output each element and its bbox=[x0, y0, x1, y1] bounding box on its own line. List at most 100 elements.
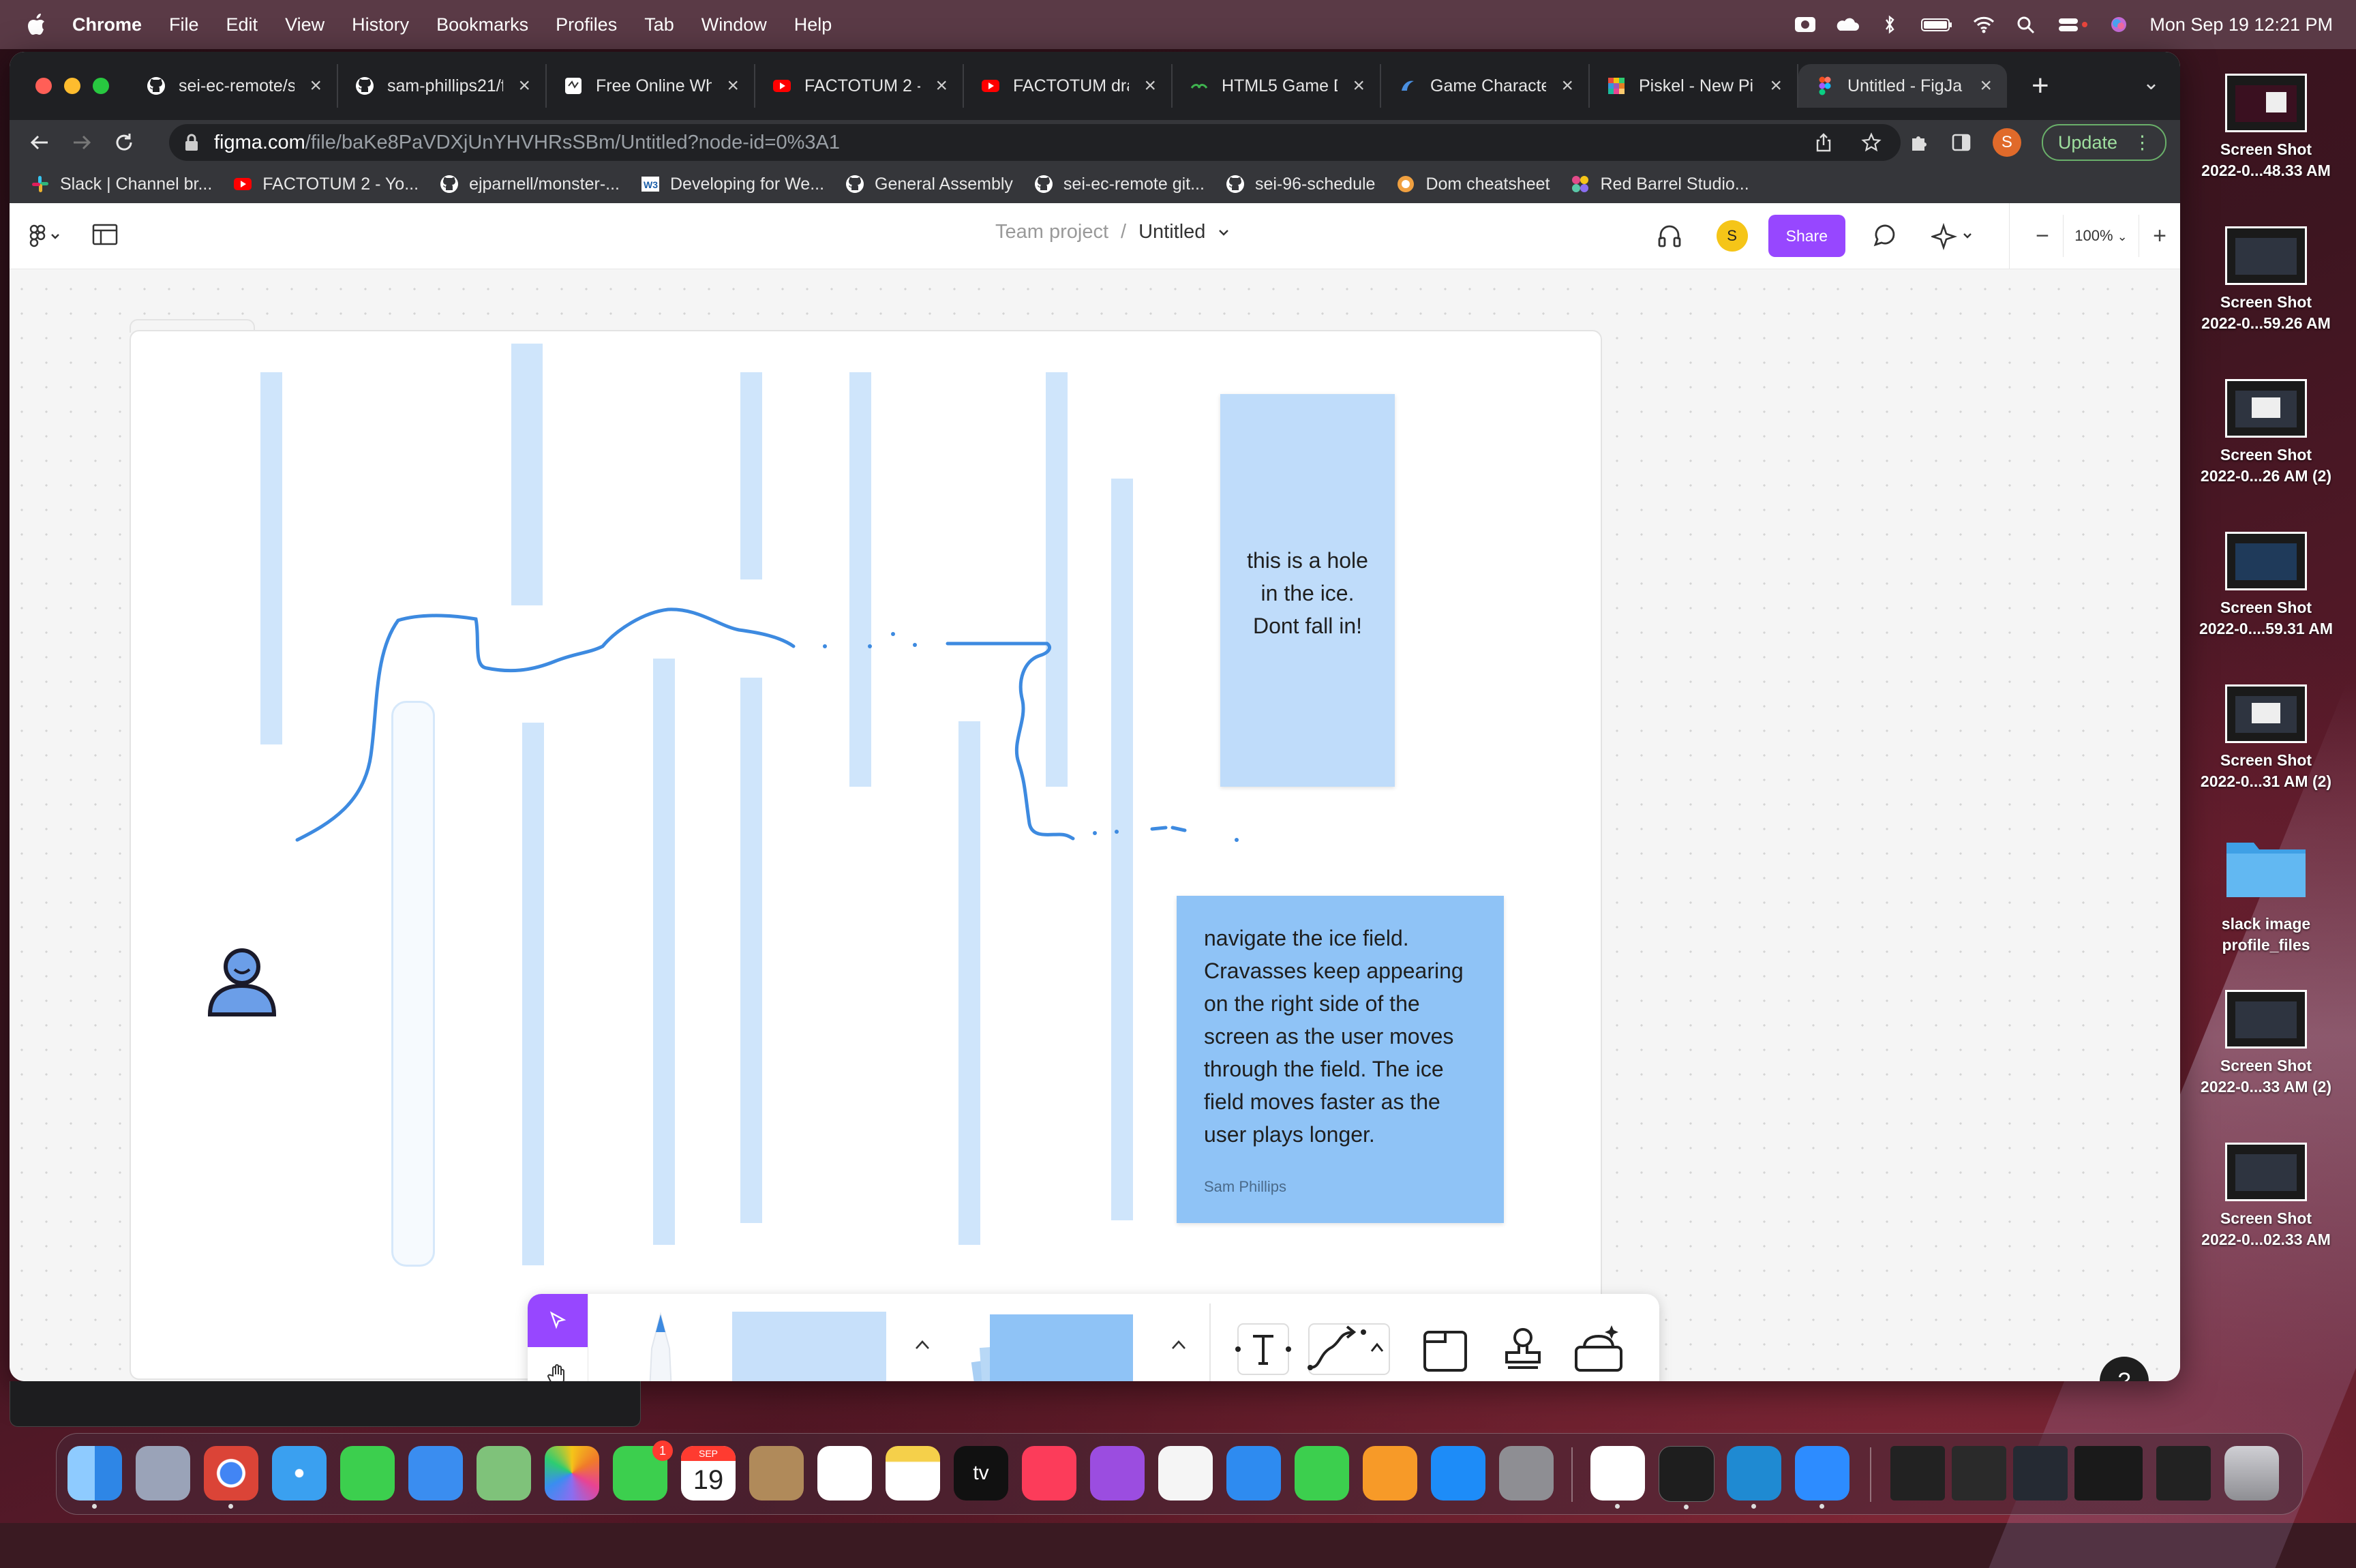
player-path-drawing[interactable] bbox=[10, 203, 2180, 1381]
side-panel-icon[interactable] bbox=[1950, 132, 1972, 153]
photos-icon[interactable] bbox=[545, 1446, 599, 1501]
bookmark-developing-for-web[interactable]: W3 Developing for We... bbox=[640, 174, 824, 194]
profile-avatar[interactable]: S bbox=[1992, 128, 2021, 157]
desktop-file-screenshot[interactable]: Screen Shot 2022-0...59.26 AM bbox=[2198, 226, 2334, 334]
desktop-file-screenshot[interactable]: Screen Shot 2022-0...48.33 AM bbox=[2198, 74, 2334, 181]
maps-icon[interactable] bbox=[477, 1446, 531, 1501]
bookmark-ejparnell[interactable]: ejparnell/monster-... bbox=[439, 174, 620, 194]
tab-close-icon[interactable]: × bbox=[1980, 74, 1992, 97]
lock-icon[interactable] bbox=[184, 134, 199, 151]
keynote-icon[interactable] bbox=[1226, 1446, 1281, 1501]
calendar-icon[interactable]: SEP 19 bbox=[681, 1446, 736, 1501]
connector-tool-icon[interactable] bbox=[1305, 1320, 1393, 1378]
section-tool-icon[interactable] bbox=[1418, 1320, 1472, 1378]
desktop-file-screenshot[interactable]: Screen Shot 2022-0...02.33 AM bbox=[2198, 1143, 2334, 1250]
tab-close-icon[interactable]: × bbox=[1353, 74, 1365, 97]
desktop-file-screenshot[interactable]: Screen Shot 2022-0....59.31 AM bbox=[2198, 532, 2334, 639]
minimized-window-thumbnail[interactable] bbox=[2074, 1446, 2143, 1501]
tab-free-online-whiteboard[interactable]: Free Online Wh × bbox=[547, 64, 755, 108]
podcasts-icon[interactable] bbox=[1090, 1446, 1145, 1501]
chrome-icon[interactable] bbox=[204, 1446, 258, 1509]
numbers-icon[interactable] bbox=[1295, 1446, 1349, 1501]
launchpad-icon[interactable] bbox=[136, 1446, 190, 1501]
tab-close-icon[interactable]: × bbox=[518, 74, 530, 97]
apple-menu-icon[interactable] bbox=[26, 13, 46, 36]
sticky-note-hole[interactable]: this is a hole in the ice. Dont fall in! bbox=[1220, 394, 1395, 787]
tab-close-icon[interactable]: × bbox=[1561, 74, 1573, 97]
text-tool-icon[interactable] bbox=[1234, 1320, 1293, 1378]
extensions-puzzle-icon[interactable] bbox=[1908, 132, 1930, 153]
shape-tool-button[interactable] bbox=[732, 1312, 886, 1381]
screen-record-icon[interactable] bbox=[1794, 14, 1817, 35]
bluetooth-icon[interactable] bbox=[1878, 14, 1901, 35]
sticky-note-tool-button[interactable] bbox=[971, 1314, 1133, 1381]
music-icon[interactable] bbox=[1022, 1446, 1076, 1501]
bookmark-factotum-youtube[interactable]: FACTOTUM 2 - Yo... bbox=[232, 174, 419, 194]
menu-view[interactable]: View bbox=[285, 14, 324, 35]
messages-icon[interactable] bbox=[340, 1446, 395, 1501]
menu-window[interactable]: Window bbox=[701, 14, 767, 35]
menu-edit[interactable]: Edit bbox=[226, 14, 258, 35]
zoom-window-button[interactable] bbox=[93, 78, 109, 94]
bookmark-general-assembly[interactable]: General Assembly bbox=[845, 174, 1013, 194]
marker-tool-button[interactable] bbox=[630, 1308, 691, 1381]
contacts-icon[interactable] bbox=[749, 1446, 804, 1501]
hand-tool-button[interactable] bbox=[528, 1348, 588, 1381]
slack-app-icon[interactable] bbox=[1590, 1446, 1645, 1509]
bookmark-sei-96-schedule[interactable]: sei-96-schedule bbox=[1225, 174, 1375, 194]
reminders-icon[interactable] bbox=[817, 1446, 872, 1501]
notes-icon[interactable] bbox=[886, 1446, 940, 1501]
user-avatar-icon[interactable] bbox=[205, 946, 280, 1017]
address-bar[interactable]: figma.com/file/baKe8PaVDXjUnYHVHRsSBm/Un… bbox=[169, 124, 1901, 161]
pages-icon[interactable] bbox=[1363, 1446, 1417, 1501]
app-store-icon[interactable] bbox=[1431, 1446, 1485, 1501]
menu-file[interactable]: File bbox=[169, 14, 199, 35]
trash-icon[interactable] bbox=[2224, 1446, 2279, 1501]
bookmark-red-barrel[interactable]: Red Barrel Studio... bbox=[1570, 174, 1749, 194]
bookmark-dom-cheatsheet[interactable]: Dom cheatsheet bbox=[1395, 174, 1550, 194]
bookmark-star-icon[interactable] bbox=[1861, 132, 1882, 153]
menu-history[interactable]: History bbox=[352, 14, 409, 35]
stamp-tool-icon[interactable] bbox=[1496, 1320, 1550, 1378]
wifi-icon[interactable] bbox=[1972, 14, 1995, 35]
siri-icon[interactable] bbox=[2107, 14, 2130, 35]
minimize-window-button[interactable] bbox=[64, 78, 80, 94]
minimized-window-thumbnail[interactable] bbox=[1890, 1446, 1945, 1501]
forward-arrow-icon[interactable] bbox=[70, 130, 94, 155]
chevron-up-icon[interactable] bbox=[1168, 1336, 1189, 1353]
chevron-up-icon[interactable] bbox=[912, 1336, 933, 1353]
figjam-canvas[interactable]: Team project / Untitled S Share − 100% ⌄… bbox=[10, 203, 2180, 1381]
tab-figjam-untitled[interactable]: Untitled - FigJa × bbox=[1798, 64, 2007, 108]
minimized-window-thumbnail[interactable] bbox=[2156, 1446, 2211, 1501]
move-tool-button[interactable] bbox=[528, 1294, 588, 1347]
menu-profiles[interactable]: Profiles bbox=[556, 14, 617, 35]
control-center-icon[interactable] bbox=[2057, 14, 2088, 35]
close-window-button[interactable] bbox=[35, 78, 52, 94]
news-icon[interactable] bbox=[1158, 1446, 1213, 1501]
back-arrow-icon[interactable] bbox=[27, 130, 52, 155]
spotlight-search-icon[interactable] bbox=[2014, 14, 2038, 35]
tab-factotum-draw[interactable]: FACTOTUM dra × bbox=[964, 64, 1173, 108]
desktop-file-screenshot[interactable]: Screen Shot 2022-0...31 AM (2) bbox=[2198, 684, 2334, 792]
cloud-app-icon[interactable] bbox=[1836, 14, 1860, 35]
minimized-window-thumbnail[interactable] bbox=[1952, 1446, 2006, 1501]
bookmark-slack[interactable]: Slack | Channel br... bbox=[30, 174, 212, 194]
finder-icon[interactable] bbox=[67, 1446, 122, 1509]
tab-game-character[interactable]: Game Characte × bbox=[1381, 64, 1590, 108]
menu-tab[interactable]: Tab bbox=[644, 14, 674, 35]
widgets-more-tool-icon[interactable] bbox=[1568, 1320, 1629, 1378]
safari-icon[interactable] bbox=[272, 1446, 327, 1501]
share-page-icon[interactable] bbox=[1813, 132, 1834, 153]
desktop-file-screenshot[interactable]: Screen Shot 2022-0...33 AM (2) bbox=[2198, 990, 2334, 1098]
sticky-note-description[interactable]: navigate the ice field. Cravasses keep a… bbox=[1177, 896, 1504, 1223]
update-button[interactable]: Update ⋮ bbox=[2041, 124, 2166, 161]
facetime-icon[interactable]: 1 bbox=[613, 1441, 673, 1501]
system-preferences-icon[interactable] bbox=[1499, 1446, 1554, 1501]
desktop-folder[interactable]: slack image profile_files bbox=[2198, 833, 2334, 956]
terminal-icon[interactable] bbox=[1659, 1446, 1715, 1509]
mail-icon[interactable] bbox=[408, 1446, 463, 1501]
menu-help[interactable]: Help bbox=[794, 14, 832, 35]
reload-icon[interactable] bbox=[112, 130, 136, 155]
vscode-icon[interactable] bbox=[1727, 1446, 1781, 1509]
tab-sei-ec-remote[interactable]: sei-ec-remote/s × bbox=[130, 64, 338, 108]
